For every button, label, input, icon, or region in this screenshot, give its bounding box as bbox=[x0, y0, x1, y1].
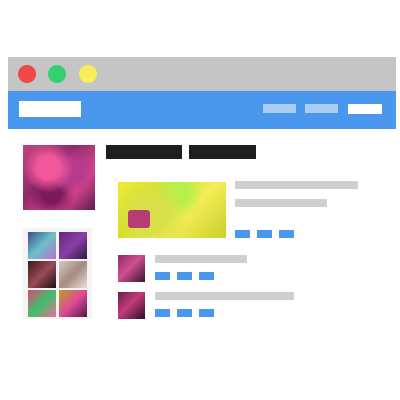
post-text-line bbox=[155, 255, 247, 263]
featured-post-action-button[interactable] bbox=[257, 230, 272, 238]
gallery-thumbnail[interactable] bbox=[28, 290, 56, 317]
photo-gallery bbox=[23, 228, 92, 319]
featured-post-image[interactable] bbox=[118, 182, 226, 238]
profile-photo[interactable] bbox=[23, 145, 95, 210]
maximize-window-button[interactable] bbox=[48, 65, 66, 83]
nav-link-2[interactable] bbox=[305, 104, 338, 113]
image-detail bbox=[128, 210, 150, 228]
featured-post-text-line bbox=[235, 199, 327, 207]
close-window-button[interactable] bbox=[18, 65, 36, 83]
post-text-line bbox=[155, 292, 294, 300]
gallery-thumbnail[interactable] bbox=[59, 232, 87, 259]
gallery-thumbnail[interactable] bbox=[28, 261, 56, 288]
post-action-button[interactable] bbox=[199, 309, 214, 317]
gallery-thumbnail[interactable] bbox=[59, 290, 87, 317]
nav-link-active[interactable] bbox=[348, 104, 382, 114]
profile-last-name bbox=[189, 145, 256, 159]
post-action-button[interactable] bbox=[155, 309, 170, 317]
featured-post-text-line bbox=[235, 181, 358, 189]
post-action-button[interactable] bbox=[177, 309, 192, 317]
nav-link-1[interactable] bbox=[263, 104, 296, 113]
post-avatar[interactable] bbox=[118, 292, 145, 319]
featured-post-action-button[interactable] bbox=[279, 230, 294, 238]
post-avatar[interactable] bbox=[118, 255, 145, 282]
post-action-button[interactable] bbox=[155, 272, 170, 280]
gallery-thumbnail[interactable] bbox=[59, 261, 87, 288]
post-action-button[interactable] bbox=[177, 272, 192, 280]
post-action-button[interactable] bbox=[199, 272, 214, 280]
browser-window bbox=[8, 57, 396, 320]
profile-first-name bbox=[106, 145, 182, 159]
minimize-window-button[interactable] bbox=[79, 65, 97, 83]
featured-post-action-button[interactable] bbox=[235, 230, 250, 238]
gallery-thumbnail[interactable] bbox=[28, 232, 56, 259]
title-bar bbox=[8, 57, 396, 91]
site-logo[interactable] bbox=[19, 101, 81, 117]
top-navbar bbox=[8, 91, 396, 129]
